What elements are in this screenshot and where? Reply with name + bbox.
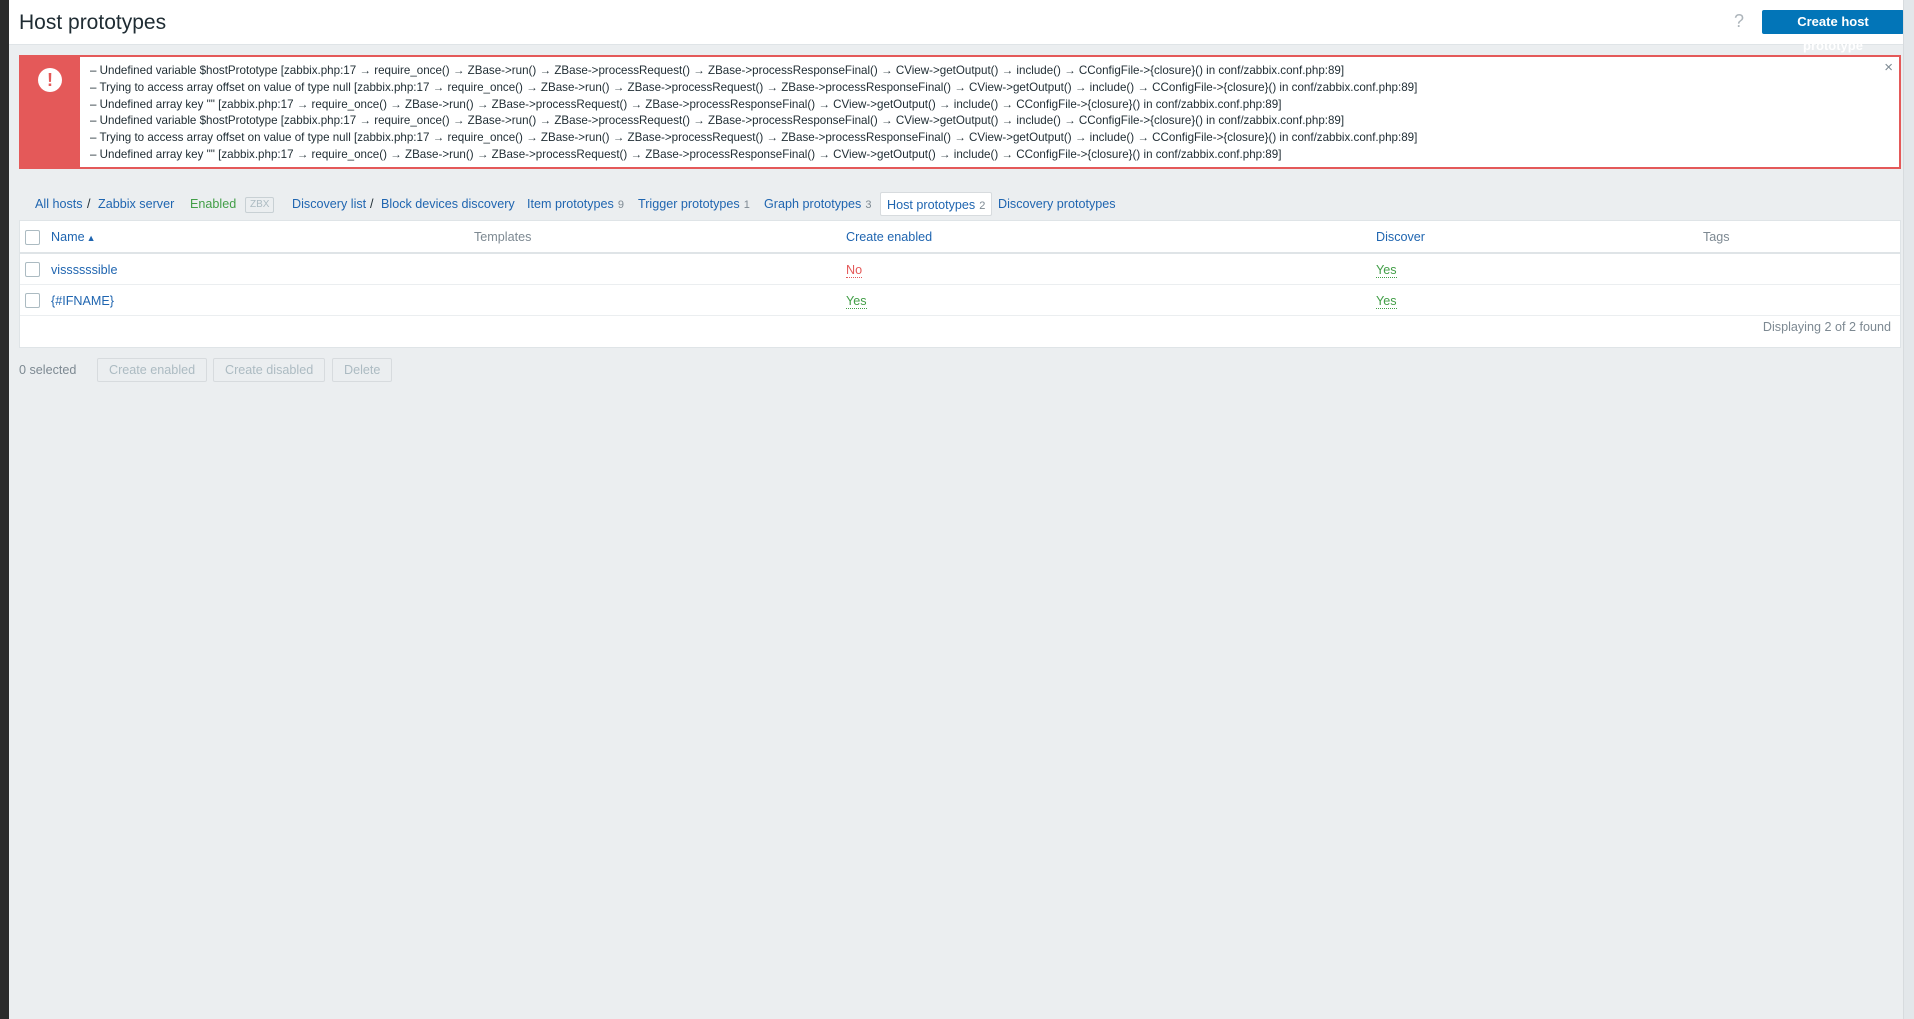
tab-label: Host prototypes [887, 198, 976, 212]
close-icon[interactable]: × [1884, 59, 1893, 76]
tab-count: 2 [979, 200, 986, 212]
tab-count: 1 [743, 199, 750, 211]
error-message: – Undefined array key "" [zabbix.php:17 … [90, 97, 1282, 111]
breadcrumb-separator: / [370, 197, 374, 211]
error-message: – Trying to access array offset on value… [90, 131, 1418, 145]
error-list: – Undefined variable $hostPrototype [zab… [90, 63, 1417, 164]
page-title: Host prototypes [19, 11, 167, 34]
create-host-prototype-button[interactable]: Create host prototype [1762, 10, 1904, 53]
table-row: {#IFNAME} Yes Yes [20, 285, 1900, 316]
tab-item-prototypes[interactable]: Item prototypes 9 [527, 192, 624, 216]
tab-label: Discovery prototypes [998, 197, 1116, 211]
tab-label: Item prototypes [527, 197, 614, 211]
table-row: vissssssible No Yes [20, 254, 1900, 285]
selected-count: 0 selected [19, 363, 77, 377]
error-message: – Undefined variable $hostPrototype [zab… [90, 64, 1345, 77]
breadcrumb-host[interactable]: Zabbix server [98, 192, 174, 216]
create-enabled-button[interactable]: Create enabled [97, 358, 208, 382]
column-header-create-enabled[interactable]: Create enabled [846, 230, 932, 244]
discover-toggle[interactable]: Yes [1376, 294, 1397, 309]
error-side-panel: ! [21, 57, 80, 167]
exclamation-icon: ! [38, 68, 62, 92]
tab-discovery-prototypes[interactable]: Discovery prototypes [998, 192, 1116, 216]
create-disabled-button[interactable]: Create disabled [213, 358, 326, 382]
error-message-box: ! × – Undefined variable $hostPrototype … [19, 55, 1901, 169]
tab-label: Graph prototypes [764, 197, 862, 211]
tab-label: Trigger prototypes [638, 197, 740, 211]
sort-ascending-icon: ▲ [86, 233, 96, 243]
create-enabled-toggle[interactable]: No [846, 263, 863, 278]
tab-count: 3 [865, 199, 872, 211]
create-enabled-toggle[interactable]: Yes [846, 294, 867, 309]
zbx-status-badge: ZBX [245, 197, 275, 213]
tab-host-prototypes[interactable]: Host prototypes 2 [880, 192, 993, 216]
error-message: – Undefined variable $hostPrototype [zab… [90, 114, 1345, 128]
column-header-tags: Tags [1703, 230, 1730, 244]
column-header-label: Name [51, 230, 85, 244]
breadcrumb-all-hosts[interactable]: All hosts [35, 192, 83, 216]
tab-graph-prototypes[interactable]: Graph prototypes 3 [764, 192, 871, 216]
host-status[interactable]: Enabled [190, 192, 236, 216]
breadcrumb-discovery-rule[interactable]: Block devices discovery [381, 192, 515, 216]
page-header: Host prototypes ? Create host prototype [9, 0, 1904, 53]
right-scroll-edge [1903, 0, 1914, 1019]
tab-trigger-prototypes[interactable]: Trigger prototypes 1 [638, 192, 750, 216]
table-header: Name ▲ Templates Create enabled Discover … [20, 221, 1900, 254]
error-message: – Undefined array key "" [zabbix.php:17 … [90, 147, 1282, 161]
breadcrumb-discovery-list[interactable]: Discovery list [292, 192, 366, 216]
select-all-checkbox[interactable] [25, 230, 40, 245]
main-content: Host prototypes ? Create host prototype … [9, 0, 1904, 1019]
host-prototype-name-link[interactable]: vissssssible [51, 263, 117, 277]
column-header-templates: Templates [474, 230, 532, 244]
delete-button[interactable]: Delete [332, 358, 393, 382]
row-checkbox[interactable] [25, 262, 40, 277]
discover-toggle[interactable]: Yes [1376, 263, 1397, 278]
host-prototypes-table: Name ▲ Templates Create enabled Discover … [19, 220, 1901, 348]
row-checkbox[interactable] [25, 293, 40, 308]
column-header-discover[interactable]: Discover [1376, 230, 1425, 244]
help-icon[interactable]: ? [1731, 11, 1747, 32]
error-message: – Trying to access array offset on value… [90, 80, 1418, 94]
column-header-name[interactable]: Name ▲ [51, 230, 96, 244]
results-count: Displaying 2 of 2 found [1762, 320, 1891, 334]
tab-count: 9 [617, 199, 624, 211]
breadcrumb-separator: / [87, 197, 91, 211]
host-prototype-name-link[interactable]: {#IFNAME} [51, 294, 114, 308]
left-sidebar-edge [0, 0, 9, 1019]
